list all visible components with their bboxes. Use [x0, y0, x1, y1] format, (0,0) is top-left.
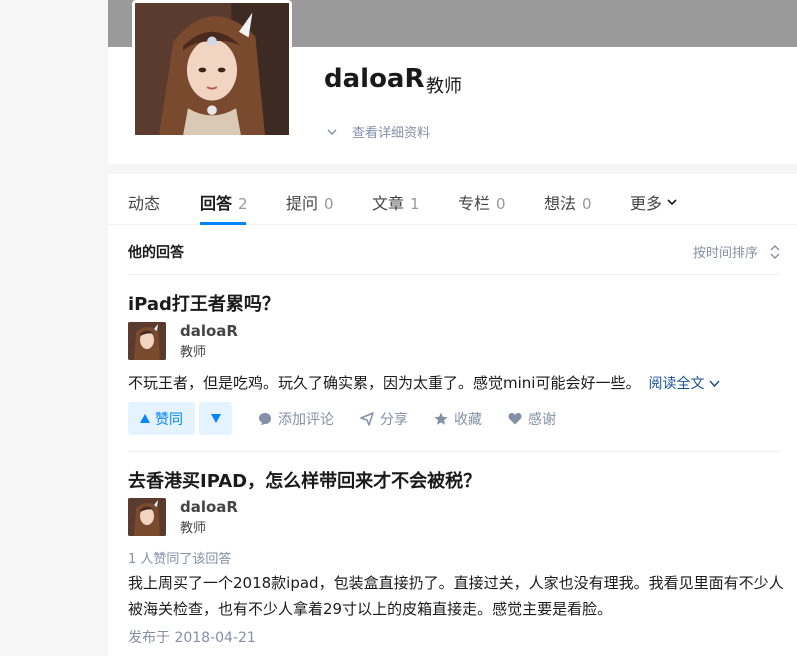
tab-count: 1: [410, 195, 420, 213]
share-label: 分享: [380, 411, 408, 428]
triangle-up-icon: [140, 414, 150, 423]
tab-label: 提问: [286, 194, 319, 213]
collect-label: 收藏: [454, 411, 482, 428]
chevron-down-icon: [667, 199, 677, 206]
answer-item: iPad打王者累吗？ daloaR 教师 不玩王者，但是吃鸡。玩久了确实累，因为…: [128, 288, 780, 438]
view-details-label: 查看详细资料: [352, 126, 431, 141]
profile-tabs: 动态 回答 2 提问 0 文章 1 专栏 0 想法 0 更多: [108, 174, 797, 225]
sort-toggle[interactable]: 按时间排序: [693, 242, 780, 261]
share-icon: [360, 411, 374, 426]
author-name[interactable]: daloaR: [180, 322, 238, 340]
author-info: daloaR 教师: [128, 498, 238, 539]
star-icon: [434, 412, 448, 425]
author-bio: 教师: [180, 345, 207, 360]
sort-label: 按时间排序: [692, 246, 758, 261]
avatar[interactable]: [132, 0, 292, 138]
tab-more[interactable]: 更多: [630, 190, 678, 214]
tab-label: 动态: [128, 194, 161, 213]
tab-label: 专栏: [458, 194, 491, 213]
answer-content[interactable]: 我上周买了一个2018款ipad，包装盒直接扔了。直接过关，人家也没有理我。我看…: [128, 570, 788, 622]
tab-label: 回答: [200, 194, 233, 213]
tab-articles[interactable]: 文章 1: [372, 190, 420, 214]
upvote-button[interactable]: 赞同: [128, 402, 195, 435]
author-name[interactable]: daloaR: [180, 498, 238, 516]
tab-columns[interactable]: 专栏 0: [458, 190, 506, 214]
question-title[interactable]: iPad打王者累吗？: [128, 290, 280, 316]
read-more-link[interactable]: 阅读全文: [648, 376, 720, 392]
view-details-button[interactable]: 查看详细资料: [326, 122, 430, 141]
answer-excerpt[interactable]: 不玩王者，但是吃鸡。玩久了确实累，因为太重了。感觉mini可能会好一些。 阅读全文: [128, 370, 720, 397]
chevron-down-icon: [709, 380, 720, 388]
content-line: 被海关检查，也有不少人拿着29寸以上的皮箱直接走。感觉主要是看脸。: [128, 600, 613, 618]
share-button[interactable]: 分享: [360, 409, 408, 429]
author-avatar[interactable]: [128, 322, 166, 360]
answer-actions: 赞同 添加评论 分享 收藏 感谢: [128, 402, 556, 435]
tab-label: 更多: [630, 194, 663, 213]
read-more-label: 阅读全文: [648, 376, 705, 392]
triangle-down-icon: [210, 414, 221, 423]
downvote-button[interactable]: [199, 402, 232, 435]
excerpt-text: 不玩王者，但是吃鸡。玩久了确实累，因为太重了。感觉mini可能会好一些。: [128, 374, 641, 392]
divider: [128, 451, 780, 452]
vote-count: 1 人赞同了该回答: [128, 552, 232, 567]
comment-label: 添加评论: [278, 411, 334, 428]
thanks-label: 感谢: [528, 411, 556, 428]
content-line: 我上周买了一个2018款ipad，包装盒直接扔了。直接过关，人家也没有理我。我看…: [128, 574, 784, 592]
tab-count: 0: [582, 195, 592, 213]
chevron-down-icon: [327, 128, 337, 135]
profile-header: daloaR 教师 查看详细资料: [108, 0, 797, 164]
comment-icon: [259, 412, 271, 425]
answer-item: 去香港买IPAD，怎么样带回来才不会被税？ daloaR 教师 1 人赞同了该回…: [128, 464, 784, 654]
thanks-button[interactable]: 感谢: [508, 409, 556, 429]
author-bio: 教师: [180, 521, 207, 536]
tab-pins[interactable]: 想法 0: [544, 190, 592, 214]
comment-button[interactable]: 添加评论: [258, 409, 334, 429]
tab-count: 2: [238, 195, 248, 213]
upvote-label: 赞同: [155, 411, 183, 428]
section-title: 他的回答: [128, 245, 184, 261]
heart-icon: [508, 413, 522, 425]
profile-main: 动态 回答 2 提问 0 文章 1 专栏 0 想法 0 更多 他的回答 按时间排…: [108, 174, 797, 656]
tab-activities[interactable]: 动态: [128, 190, 160, 214]
sort-icon: [770, 244, 780, 259]
tab-answers[interactable]: 回答 2: [200, 190, 248, 214]
profile-name: daloaR: [324, 64, 425, 94]
tab-questions[interactable]: 提问 0: [286, 190, 334, 214]
tab-count: 0: [324, 195, 334, 213]
question-title[interactable]: 去香港买IPAD，怎么样带回来才不会被税？: [128, 467, 481, 493]
published-date[interactable]: 发布于 2018-04-21: [128, 627, 256, 647]
page: daloaR 教师 查看详细资料 动态 回答 2 提问 0 文章 1 专栏 0: [0, 0, 797, 656]
tab-label: 文章: [372, 194, 405, 213]
tab-label: 想法: [544, 194, 577, 213]
author-info: daloaR 教师: [128, 322, 238, 363]
section-header: 他的回答 按时间排序: [128, 225, 780, 275]
collect-button[interactable]: 收藏: [434, 409, 482, 429]
profile-headline: 教师: [426, 76, 462, 97]
tab-count: 0: [496, 195, 506, 213]
author-avatar[interactable]: [128, 498, 166, 536]
